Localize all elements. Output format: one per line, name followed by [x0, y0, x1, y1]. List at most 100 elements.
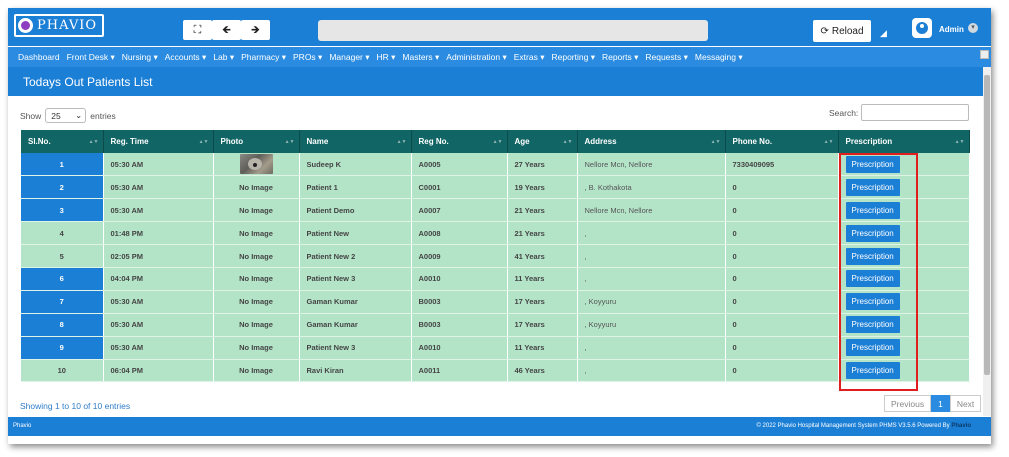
- previous-page-button[interactable]: Previous: [884, 395, 932, 412]
- cell-sl-no: 3: [21, 198, 104, 223]
- cell-reg-no: A0007: [411, 198, 508, 223]
- column-header-label: Phone No.: [732, 137, 773, 146]
- cell-address: Nellore Mcn, Nellore: [577, 153, 726, 177]
- column-header-0[interactable]: Sl.No. ▲▼: [21, 130, 104, 153]
- sort-icon: ▲▼: [492, 139, 503, 145]
- page-1-button[interactable]: 1: [931, 395, 950, 412]
- cell-phone: 0: [725, 198, 839, 223]
- nav-item-12[interactable]: Reporting ▾: [551, 52, 594, 63]
- table-row: 3 05:30 AM No Image Patient Demo A0007 21 Yea…: [21, 198, 970, 223]
- table-row: 6 04:04 PM No Image Patient New 3 A0010 11 Ye…: [21, 267, 970, 291]
- patients-table: Sl.No. ▲▼ Reg. Time ▲▼ Photo ▲▼ Name ▲▼ Reg No. ▲…: [21, 130, 970, 383]
- cell-phone: 0: [725, 175, 839, 200]
- entries-select[interactable]: 25 ⌄: [45, 108, 87, 123]
- column-header-8[interactable]: Prescription ▲▼: [838, 130, 970, 153]
- cell-reg-time: 05:30 AM: [103, 198, 214, 223]
- footer-powered-brand[interactable]: Phavio: [951, 423, 971, 429]
- nav-item-14[interactable]: Requests ▾: [645, 52, 688, 63]
- table-row: 5 02:05 PM No Image Patient New 2 A0009 41 Ye…: [21, 244, 970, 268]
- user-menu-chevron-icon[interactable]: ▾: [968, 23, 978, 33]
- table-row: 1 05:30 AM Sudeep K A0005 27 Years Nellore Mc…: [21, 153, 970, 177]
- cell-name: Gaman Kumar: [299, 313, 412, 337]
- cell-reg-time: 05:30 AM: [103, 290, 214, 314]
- column-header-label: Reg No.: [418, 137, 449, 146]
- cell-reg-time: 05:30 AM: [103, 313, 214, 337]
- app-logo[interactable]: PHAVIO: [14, 14, 104, 37]
- corner-toggle[interactable]: [980, 50, 989, 59]
- cell-age: 27 Years: [507, 153, 578, 177]
- table-header-row: Sl.No. ▲▼ Reg. Time ▲▼ Photo ▲▼ Name ▲▼ Reg No. ▲…: [21, 130, 970, 153]
- cell-reg-no: C0001: [411, 175, 508, 200]
- nav-item-15[interactable]: Messaging ▾: [695, 52, 743, 63]
- nav-item-6[interactable]: PROs ▾: [293, 52, 322, 63]
- sort-icon: ▲▼: [396, 139, 407, 145]
- cell-phone: 7330409095: [725, 153, 839, 177]
- column-header-3[interactable]: Name ▲▼: [299, 130, 412, 153]
- global-search-input[interactable]: [318, 20, 708, 41]
- cell-reg-no: A0005: [411, 153, 508, 177]
- column-header-7[interactable]: Phone No. ▲▼: [725, 130, 839, 153]
- column-header-4[interactable]: Reg No. ▲▼: [411, 130, 508, 153]
- vertical-scrollbar[interactable]: [983, 67, 991, 416]
- cell-name: Gaman Kumar: [299, 290, 412, 314]
- nav-item-9[interactable]: Masters ▾: [402, 52, 439, 63]
- sort-icon: ▲▼: [823, 139, 834, 145]
- cell-name: Patient New 3: [299, 267, 412, 291]
- column-header-label: Sl.No.: [28, 137, 51, 146]
- cell-name: Patient New 2: [299, 244, 412, 268]
- cell-photo: No Image: [213, 336, 300, 360]
- search-input[interactable]: [861, 104, 969, 121]
- table-row: 2 05:30 AM No Image Patient 1 C0001 19 Years,…: [21, 175, 970, 200]
- nav-item-2[interactable]: Nursing ▾: [122, 52, 158, 63]
- search-label: Search:: [829, 108, 859, 118]
- nav-item-1[interactable]: Front Desk ▾: [67, 52, 115, 63]
- fullscreen-button[interactable]: ⛶: [183, 20, 212, 40]
- table-row: 4 01:48 PM No Image Patient New A0008 21 Year…: [21, 221, 970, 246]
- nav-item-3[interactable]: Accounts ▾: [165, 52, 207, 63]
- sort-icon: ▲▼: [954, 139, 965, 145]
- cell-reg-no: A0010: [411, 336, 508, 360]
- prescription-highlight-box: [839, 153, 918, 391]
- nav-item-13[interactable]: Reports ▾: [602, 52, 638, 63]
- top-bar: PHAVIO ⛶ 🡸 🡺 ⟳ Reload ◢ Admin ▾: [8, 8, 991, 46]
- sort-icon: ▲▼: [198, 139, 209, 145]
- cell-photo: No Image: [213, 244, 300, 268]
- scrollbar-thumb[interactable]: [984, 75, 990, 375]
- cell-address: Nellore Mcn, Nellore: [577, 198, 726, 223]
- column-header-5[interactable]: Age ▲▼: [507, 130, 578, 153]
- cell-address: , Koyyuru: [577, 313, 726, 337]
- column-header-label: Age: [514, 137, 530, 146]
- cell-name: Sudeep K: [299, 153, 412, 177]
- column-header-2[interactable]: Photo ▲▼: [213, 130, 300, 153]
- forward-button[interactable]: 🡺: [241, 20, 270, 40]
- nav-item-10[interactable]: Administration ▾: [446, 52, 506, 63]
- cell-name: Patient New 3: [299, 336, 412, 360]
- nav-item-7[interactable]: Manager ▾: [329, 52, 369, 63]
- cell-age: 21 Years: [507, 198, 578, 223]
- back-button[interactable]: 🡸: [212, 20, 241, 40]
- cell-reg-time: 04:04 PM: [103, 267, 214, 291]
- nav-item-8[interactable]: HR ▾: [377, 52, 396, 63]
- cell-address: ,: [577, 221, 726, 246]
- nav-item-4[interactable]: Lab ▾: [213, 52, 234, 63]
- cell-sl-no: 6: [21, 267, 104, 291]
- nav-item-0[interactable]: Dashboard: [18, 52, 60, 62]
- reload-button[interactable]: ⟳ Reload: [813, 20, 871, 42]
- user-avatar[interactable]: [912, 18, 932, 38]
- next-page-button[interactable]: Next: [949, 395, 982, 412]
- cell-age: 11 Years: [507, 336, 578, 360]
- nav-item-11[interactable]: Extras ▾: [514, 52, 545, 63]
- cell-reg-no: A0010: [411, 267, 508, 291]
- cell-phone: 0: [725, 221, 839, 246]
- cell-photo: No Image: [213, 267, 300, 291]
- cell-photo: No Image: [213, 221, 300, 246]
- cell-phone: 0: [725, 313, 839, 337]
- nav-item-5[interactable]: Pharmacy ▾: [241, 52, 286, 63]
- column-header-1[interactable]: Reg. Time ▲▼: [103, 130, 214, 153]
- column-header-6[interactable]: Address ▲▼: [577, 130, 726, 153]
- page-header: Todays Out Patients List: [8, 67, 983, 96]
- cell-address: ,: [577, 244, 726, 268]
- cell-phone: 0: [725, 267, 839, 291]
- column-header-label: Prescription: [845, 137, 893, 146]
- user-name[interactable]: Admin: [939, 25, 964, 34]
